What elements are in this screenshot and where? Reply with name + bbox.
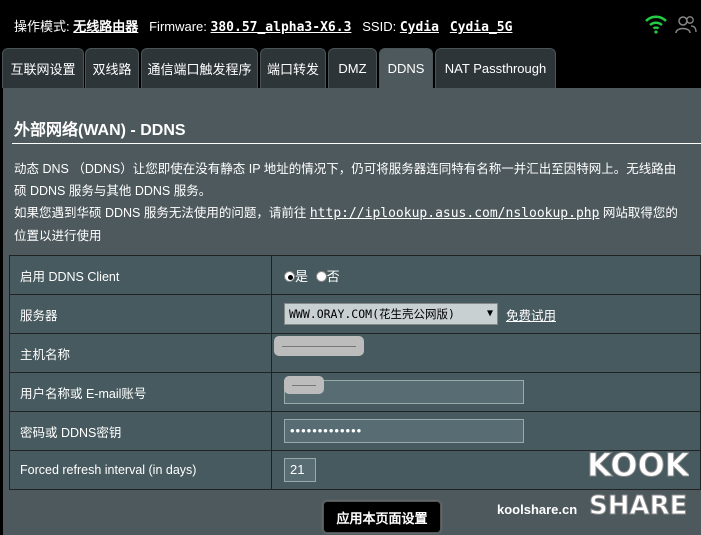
host-input-redacted[interactable]	[274, 336, 364, 356]
row-host: 主机名称	[9, 333, 701, 373]
tab-port-forwarding[interactable]: 端口转发	[260, 48, 326, 88]
mode-label: 操作模式:	[14, 19, 70, 34]
host-label: 主机名称	[9, 333, 272, 373]
user-label: 用户名称或 E-mail账号	[9, 372, 272, 412]
firmware-label: Firmware:	[149, 19, 207, 34]
page-description: 动态 DNS （DDNS）让您即使在没有静态 IP 地址的情况下，仍可将服务器连…	[14, 158, 701, 247]
enable-no-label: 否	[326, 268, 340, 284]
status-bar: 操作模式: 无线路由器 Firmware: 380.57_alpha3-X6.3…	[0, 0, 701, 48]
ssid-label: SSID:	[362, 19, 397, 34]
tab-ddns[interactable]: DDNS	[379, 48, 433, 88]
desc-line-3: 如果您遇到华硕 DDNS 服务无法使用的问题，请前往 http://iplook…	[14, 202, 701, 225]
tab-dmz[interactable]: DMZ	[328, 48, 377, 88]
desc-line-3-pre: 如果您遇到华硕 DDNS 服务无法使用的问题，请前往	[14, 206, 310, 220]
enable-label: 启用 DDNS Client	[9, 255, 272, 295]
desc-line-3-post: 网站取得您的	[599, 206, 678, 220]
mode-link[interactable]: 无线路由器	[73, 19, 138, 34]
tab-port-trigger[interactable]: 通信端口触发程序	[141, 48, 258, 88]
logo-top-text: KOOK	[587, 446, 689, 484]
password-input[interactable]: •••••••••••••	[284, 419, 524, 443]
enable-value-cell: 是 否	[271, 255, 701, 295]
status-row: 操作模式: 无线路由器 Firmware: 380.57_alpha3-X6.3…	[14, 16, 512, 35]
enable-no-radio[interactable]	[315, 270, 327, 282]
tab-dual-wan[interactable]: 双线路	[85, 48, 139, 88]
server-value-cell: WWW.ORAY.COM(花生壳公网版) ▼ 免费试用	[271, 294, 701, 334]
free-trial-link[interactable]: 免费试用	[506, 309, 556, 323]
host-value-cell	[271, 333, 701, 373]
server-select[interactable]: WWW.ORAY.COM(花生壳公网版) ▼	[284, 303, 498, 325]
koolshare-logo: KOOK SHARE	[587, 446, 690, 522]
logo-bottom-text: SHARE	[589, 491, 687, 521]
desc-line-2: 硕 DDNS 服务与其他 DDNS 服务。	[14, 184, 212, 198]
title-divider	[12, 143, 701, 144]
wifi-icon[interactable]	[645, 14, 667, 34]
row-enable: 启用 DDNS Client 是 否	[9, 255, 701, 295]
user-input-redacted	[284, 376, 324, 394]
server-label: 服务器	[9, 294, 272, 334]
password-label: 密码或 DDNS密钥	[9, 411, 272, 451]
apply-button[interactable]: 应用本页面设置	[323, 501, 441, 533]
user-value-cell	[271, 372, 701, 412]
chevron-down-icon: ▼	[486, 308, 493, 319]
ssid-link-1[interactable]: Cydia	[400, 20, 439, 35]
enable-yes-radio[interactable]	[284, 270, 295, 282]
users-icon[interactable]	[675, 14, 697, 34]
firmware-link[interactable]: 380.57_alpha3-X6.3	[211, 20, 352, 35]
row-server: 服务器 WWW.ORAY.COM(花生壳公网版) ▼ 免费试用	[9, 294, 701, 334]
enable-yes-label: 是	[295, 268, 309, 284]
tab-nat-passthrough[interactable]: NAT Passthrough	[435, 48, 556, 88]
refresh-interval-input[interactable]: 21	[284, 458, 316, 482]
refresh-label: Forced refresh interval (in days)	[9, 450, 272, 490]
ssid-link-2[interactable]: Cydia_5G	[450, 20, 513, 35]
watermark-site: koolshare.cn	[497, 502, 578, 517]
row-user: 用户名称或 E-mail账号	[9, 372, 701, 412]
wan-tabs: 互联网设置 双线路 通信端口触发程序 端口转发 DMZ DDNS NAT Pas…	[0, 48, 701, 88]
tab-internet[interactable]: 互联网设置	[2, 48, 84, 88]
page-title: 外部网络(WAN) - DDNS	[14, 122, 186, 139]
desc-line-1: 动态 DNS （DDNS）让您即使在没有静态 IP 地址的情况下，仍可将服务器连…	[14, 162, 677, 176]
nslookup-link[interactable]: http://iplookup.asus.com/nslookup.php	[310, 206, 600, 221]
desc-line-4: 位置以进行使用	[14, 229, 102, 243]
